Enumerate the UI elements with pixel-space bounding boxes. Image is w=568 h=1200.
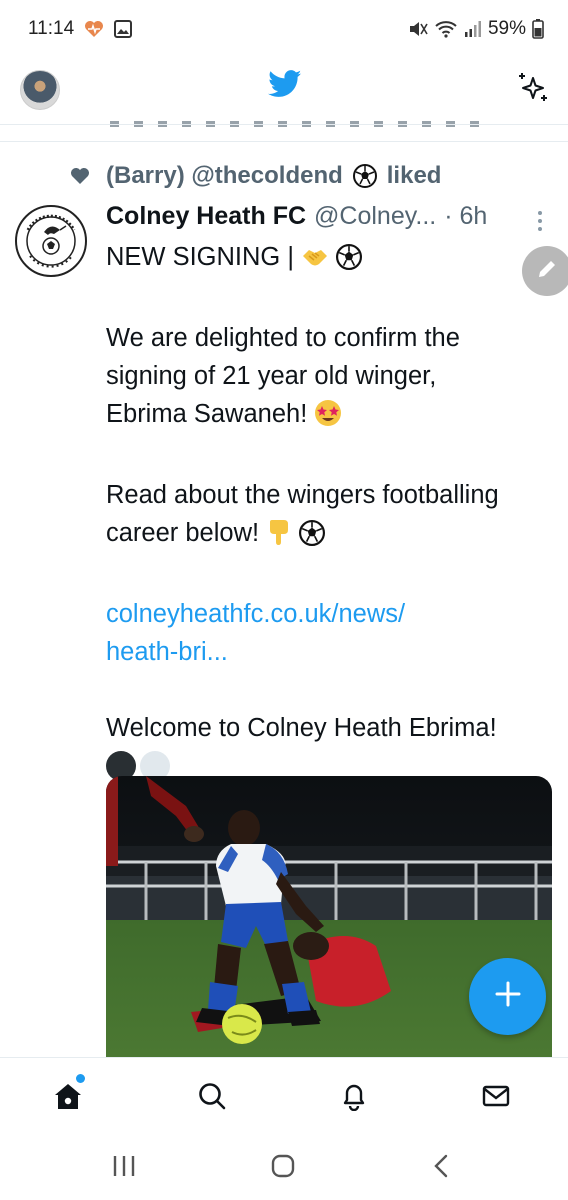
tweet-link-part[interactable]: heath-bri... [106, 638, 228, 666]
club-crest-avatar[interactable] [14, 204, 88, 278]
tweet-header: Colney Heath FC @Colney... · 6h [106, 202, 487, 231]
messages-icon [481, 1081, 511, 1116]
star-struck-emoji [314, 399, 342, 438]
nav-home[interactable] [48, 1078, 88, 1118]
tweet-line: NEW SIGNING | [106, 238, 556, 281]
edit-fab[interactable] [522, 246, 568, 296]
signal-icon [464, 20, 482, 38]
profile-avatar[interactable] [20, 70, 60, 110]
tweet-line-text: Ebrima Sawaneh! [106, 400, 308, 428]
handshake-emoji [301, 243, 329, 281]
system-navigation-bar [0, 1133, 568, 1200]
social-context[interactable]: (Barry) @thecoldend liked [70, 162, 441, 190]
liked-label: liked [386, 162, 442, 189]
home-icon [53, 1081, 83, 1116]
heart-icon [70, 167, 90, 185]
tweet[interactable]: (Barry) @thecoldend liked Colney Heath F… [0, 142, 568, 1057]
tweet-line: Welcome to Colney Heath Ebrima! [106, 714, 497, 742]
back-icon[interactable] [430, 1153, 454, 1184]
bottom-navigation [0, 1057, 568, 1133]
pointing-down-emoji [266, 518, 292, 557]
battery-icon [532, 19, 544, 39]
author-handle[interactable]: @Colney... [314, 202, 436, 231]
sparkle-icon[interactable] [516, 71, 550, 110]
status-left: 11:14 [28, 18, 133, 40]
tweet-link[interactable]: colneyheathfc.co.uk/news/ [106, 595, 556, 633]
health-heart-icon [84, 20, 104, 38]
gallery-icon [114, 20, 133, 38]
author-name[interactable]: Colney Heath FC [106, 202, 306, 231]
soccer-ball-emoji [299, 519, 326, 557]
twitter-bird-icon[interactable] [268, 70, 302, 103]
tweet-text: NEW SIGNING | We are delighted to confir… [106, 238, 556, 785]
nav-messages[interactable] [476, 1078, 516, 1118]
soccer-ball-emoji [336, 243, 363, 281]
status-time: 11:14 [28, 18, 75, 39]
more-options-icon[interactable] [536, 210, 544, 237]
top-app-bar [0, 58, 568, 122]
recent-apps-icon[interactable] [112, 1153, 136, 1184]
nav-notifications[interactable] [334, 1078, 374, 1118]
status-bar: 11:14 59% [0, 0, 568, 58]
soccer-ball-emoji [352, 164, 377, 188]
tweet-line: We are delighted to confirm the [106, 324, 460, 352]
social-context-user: (Barry) @thecoldend [106, 162, 343, 189]
tweet-line: Read about the wingers footballing [106, 481, 499, 509]
notifications-icon [339, 1081, 369, 1116]
home-button-icon[interactable] [270, 1153, 296, 1184]
mute-icon [408, 20, 428, 38]
pencil-icon [535, 257, 559, 286]
tweet-link[interactable]: heath-bri... [106, 633, 556, 671]
tweet-time: · 6h [444, 202, 488, 230]
nav-search[interactable] [192, 1078, 232, 1118]
battery-percent: 59% [487, 18, 526, 39]
tweet-line-text: NEW SIGNING | [106, 243, 294, 271]
notification-dot [76, 1074, 85, 1083]
divider [0, 124, 568, 125]
status-right: 59% [408, 18, 544, 40]
search-icon [197, 1081, 227, 1116]
tweet-link-part[interactable]: colneyheathfc.co.uk/news/ [106, 600, 405, 628]
compose-tweet-button[interactable] [469, 958, 546, 1035]
wifi-icon [434, 20, 458, 38]
tweet-line: signing of 21 year old winger, [106, 362, 437, 390]
tweet-line: career below! [106, 514, 556, 557]
plus-icon [494, 980, 522, 1013]
tweet-line-text: career below! [106, 519, 260, 547]
tweet-line: Ebrima Sawaneh! [106, 395, 556, 438]
